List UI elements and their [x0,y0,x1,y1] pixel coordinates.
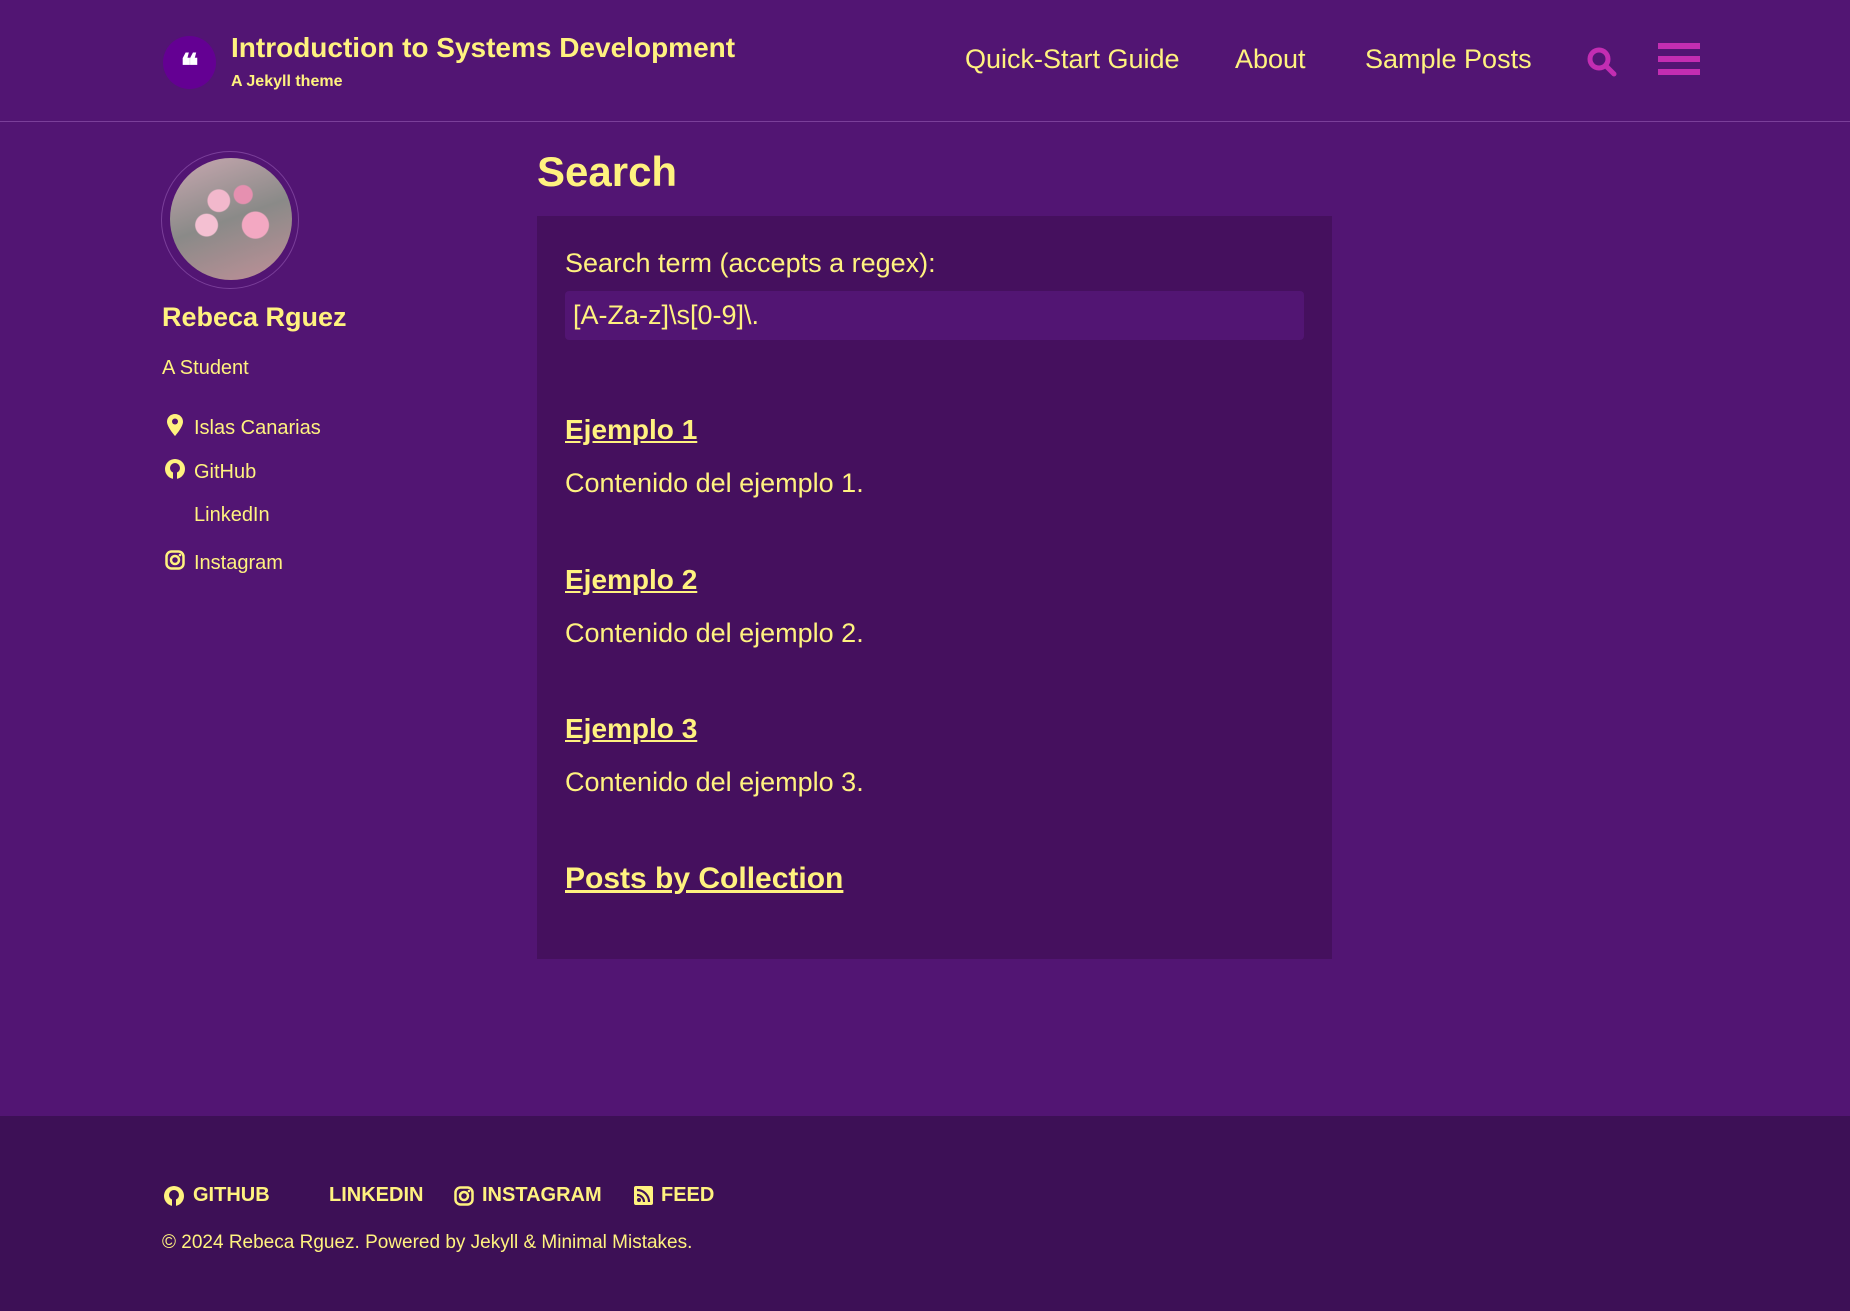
sidebar-item-location: Islas Canarias [162,414,321,442]
github-icon [162,458,188,486]
author-bio: A Student [162,357,249,379]
footer-link-label: FEED [661,1184,715,1206]
result-title-3[interactable]: Ejemplo 3 [565,713,697,745]
site-subtitle: A Jekyll theme [231,73,343,90]
nav-sample-posts[interactable]: Sample Posts [1365,44,1532,75]
hamburger-icon[interactable] [1658,43,1700,82]
page-title: Search [537,148,678,195]
sidebar-item-label: Instagram [194,551,283,574]
sidebar-item-label: GitHub [194,460,257,483]
footer-link-feed[interactable]: FEED [634,1184,714,1207]
footer-link-instagram[interactable]: INSTAGRAM [454,1184,602,1207]
footer-link-label: GITHUB [193,1184,270,1206]
result-title-posts-by-collection[interactable]: Posts by Collection [565,862,843,896]
instagram-icon [162,550,188,576]
result-body-1: Contenido del ejemplo 1. [565,468,864,498]
rss-icon [634,1186,653,1205]
instagram-icon [454,1185,474,1206]
author-name: Rebeca Rguez [162,302,347,332]
avatar [170,158,292,280]
result-body-2: Contenido del ejemplo 2. [565,618,864,648]
footer-link-label: LINKEDIN [329,1184,424,1206]
result-title-1[interactable]: Ejemplo 1 [565,414,697,446]
result-title-2[interactable]: Ejemplo 2 [565,564,697,596]
sidebar-item-linkedin[interactable]: LinkedIn [162,504,270,527]
sidebar-item-label: Islas Canarias [194,416,321,439]
sidebar-item-label: LinkedIn [194,504,270,526]
github-icon [164,1185,184,1207]
nav-about[interactable]: About [1235,44,1306,75]
search-icon[interactable] [1586,46,1618,83]
search-input[interactable]: [A-Za-z]\s[0-9]\. [565,291,1304,340]
footer-link-github[interactable]: GITHUB [163,1184,270,1207]
site-title[interactable]: Introduction to Systems Development [231,32,735,64]
footer [0,1116,1850,1311]
footer-link-label: INSTAGRAM [482,1184,602,1206]
result-body-3: Contenido del ejemplo 3. [565,767,864,797]
site-logo[interactable]: ❝ [163,36,216,89]
sidebar-item-github[interactable]: GitHub [162,458,256,486]
map-marker-icon [162,414,188,442]
copyright: © 2024 Rebeca Rguez. Powered by Jekyll &… [162,1232,693,1253]
search-label: Search term (accepts a regex): [565,248,936,278]
sidebar-item-instagram[interactable]: Instagram [162,550,283,576]
footer-link-linkedin[interactable]: LINKEDIN [329,1184,423,1207]
nav-quick-start-guide[interactable]: Quick-Start Guide [965,44,1180,75]
